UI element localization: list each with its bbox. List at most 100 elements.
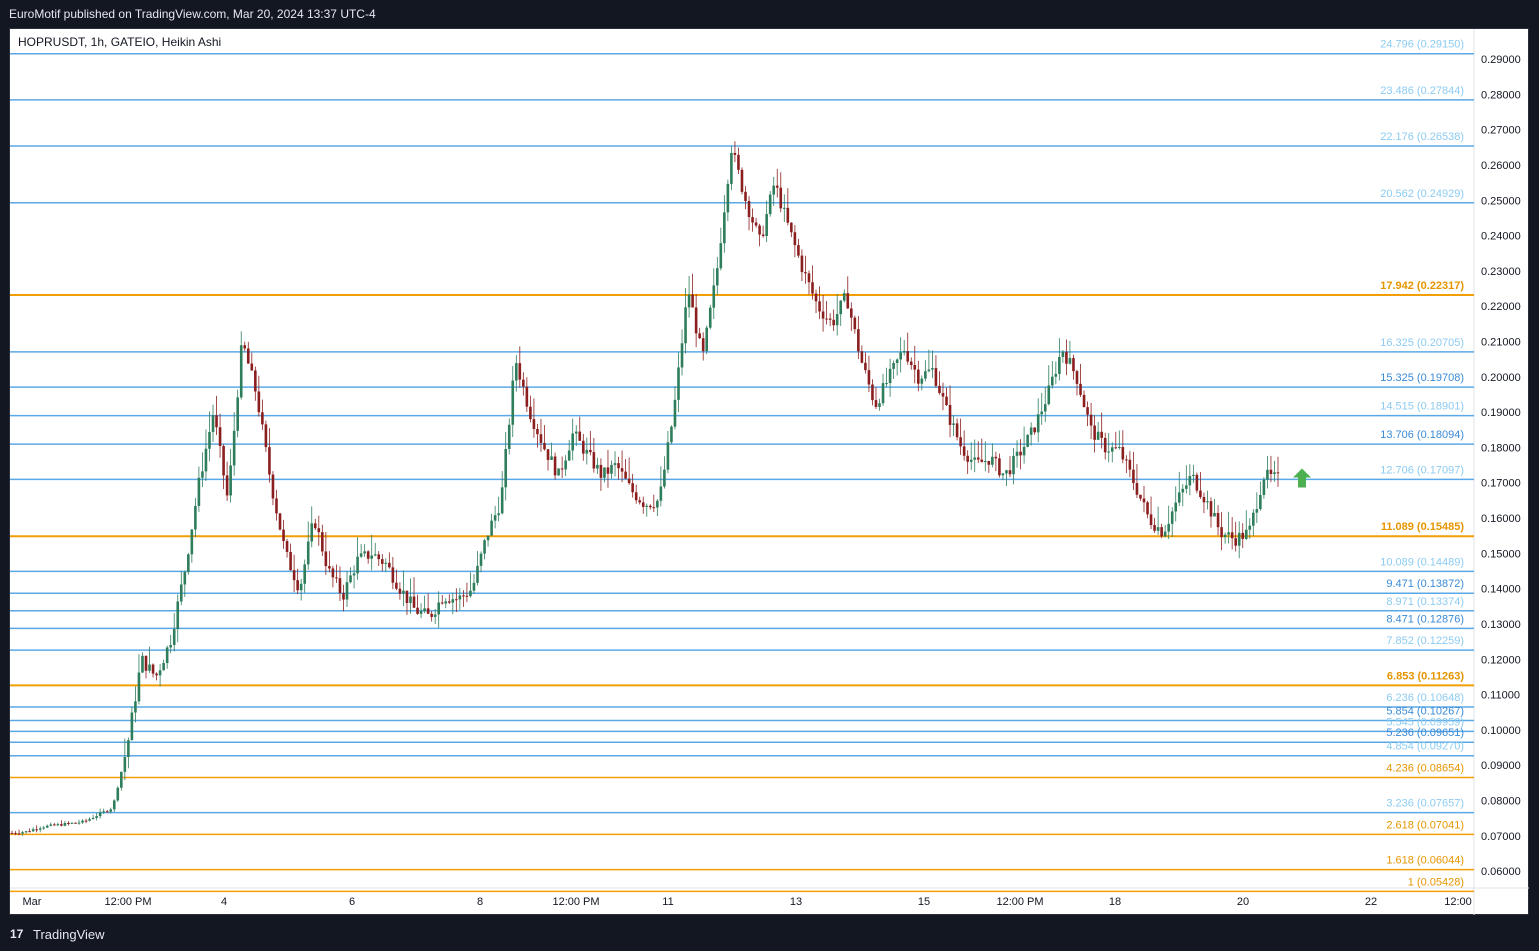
candle-body <box>768 194 772 215</box>
candle-body <box>744 191 747 201</box>
candle-body <box>63 822 67 826</box>
candle-body <box>165 647 169 664</box>
candle-body <box>871 384 874 401</box>
candle-body <box>14 833 17 835</box>
candle-body <box>345 582 349 600</box>
candle-body <box>603 467 606 478</box>
candle-body <box>28 831 31 833</box>
candle-body <box>1174 502 1178 512</box>
candle-body <box>218 427 222 447</box>
candle-body <box>719 243 723 269</box>
tradingview-brand[interactable]: TradingView <box>33 927 105 942</box>
fib-level-label: 1 (0.05428) <box>1408 876 1464 888</box>
candle-body <box>705 327 709 352</box>
candle-body <box>176 601 180 630</box>
candle-body <box>282 529 285 542</box>
candle-body <box>289 551 292 571</box>
candle-body <box>405 590 409 604</box>
candle-body <box>797 245 800 256</box>
candle-body <box>31 829 35 832</box>
candle-body <box>895 359 899 363</box>
candle-body <box>77 822 81 824</box>
candle-body <box>458 595 462 600</box>
candle-body <box>476 565 479 583</box>
candle-body <box>1001 473 1005 476</box>
candle-body <box>366 551 370 559</box>
tradingview-logo-icon[interactable]: 17 <box>10 927 23 941</box>
candle-body <box>1061 351 1065 357</box>
candle-body <box>994 456 998 459</box>
candle-body <box>1089 414 1093 426</box>
candle-body <box>666 442 670 470</box>
fib-level-label: 6.236 (0.10648) <box>1386 692 1464 704</box>
fib-level-label: 20.562 (0.24929) <box>1380 188 1464 200</box>
candle-body <box>462 595 465 597</box>
candle-body <box>479 553 483 566</box>
candle-body <box>553 456 557 476</box>
candle-body <box>613 463 617 465</box>
candle-body <box>536 428 539 435</box>
candle-body <box>229 465 232 496</box>
x-tick-label: 12:00 PM <box>552 896 599 908</box>
candle-body <box>1040 411 1044 415</box>
candle-body <box>708 307 712 328</box>
candle-body <box>359 553 363 557</box>
y-tick-label: 0.24000 <box>1481 231 1521 243</box>
chart[interactable]: HOPRUSDT, 1h, GATEIO, Heikin Ashi 0.29000… <box>0 0 1539 951</box>
candle-body <box>567 450 571 461</box>
candle-body <box>899 352 902 360</box>
candle-body <box>864 362 867 371</box>
candle-body <box>793 232 797 246</box>
candle-body <box>500 487 504 514</box>
fib-level-label: 5.236 (0.09651) <box>1386 727 1464 739</box>
candle-body <box>222 446 225 476</box>
candle-body <box>1100 431 1103 438</box>
candle-body <box>1015 451 1019 456</box>
candle-body <box>352 573 356 576</box>
candle-body <box>21 832 24 834</box>
x-tick-label: 4 <box>221 896 227 908</box>
candle-body <box>811 282 814 294</box>
candle-body <box>846 293 850 309</box>
candle-body <box>737 154 740 170</box>
candle-body <box>920 378 924 384</box>
candle-body <box>88 819 91 821</box>
candle-body <box>1121 446 1125 460</box>
candle-body <box>1096 431 1100 440</box>
candle-body <box>1054 373 1058 377</box>
candle-body <box>409 596 412 604</box>
x-tick-label: 18 <box>1109 896 1121 908</box>
candle-body <box>835 314 839 326</box>
candle-body <box>1047 385 1051 405</box>
candle-body <box>412 596 416 608</box>
candle-body <box>324 551 328 567</box>
fib-level-label: 11.089 (0.15485) <box>1381 521 1465 533</box>
candle-body <box>751 217 754 223</box>
candle-body <box>1266 469 1269 480</box>
candle-body <box>507 424 511 449</box>
candle-body <box>416 607 419 614</box>
candle-body <box>451 599 455 603</box>
candle-body <box>790 222 793 233</box>
candle-body <box>1163 531 1167 537</box>
fib-level-label: 3.236 (0.07657) <box>1386 798 1464 810</box>
candle-body <box>1248 525 1252 530</box>
candle-body <box>490 520 493 536</box>
candle-body <box>1259 494 1262 510</box>
candle-body <box>948 405 952 425</box>
candle-body <box>574 431 578 434</box>
candle-body <box>493 515 497 521</box>
candle-body <box>1255 509 1259 513</box>
candle-body <box>70 822 74 824</box>
candle-body <box>292 570 296 581</box>
candle-body <box>715 268 719 286</box>
candle-body <box>1029 427 1033 435</box>
candle-body <box>254 370 257 392</box>
candle-body <box>966 455 969 462</box>
candle-body <box>10 833 14 835</box>
candle-body <box>779 187 783 209</box>
candle-body <box>627 478 631 484</box>
candle-body <box>236 397 239 431</box>
candle-body <box>134 701 137 713</box>
y-tick-label: 0.10000 <box>1481 725 1521 737</box>
